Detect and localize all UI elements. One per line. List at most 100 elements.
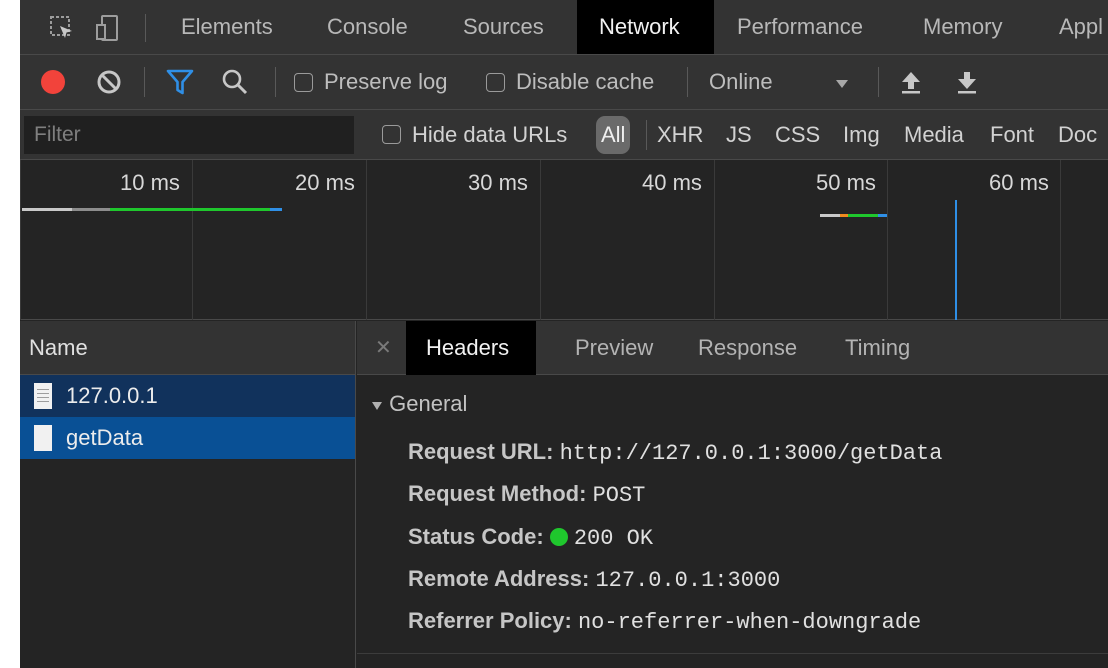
filter-bar: Hide data URLs All XHR JS CSS Img Media … bbox=[20, 110, 1108, 160]
filter-type-media[interactable]: Media bbox=[904, 110, 964, 159]
timeline-bar-segment bbox=[878, 214, 887, 217]
chevron-down-icon bbox=[835, 69, 849, 95]
panel-tab-bar: Elements Console Sources Network Perform… bbox=[20, 0, 1108, 55]
tab-response[interactable]: Response bbox=[678, 321, 817, 375]
section-title: General bbox=[389, 391, 468, 416]
checkbox-box[interactable] bbox=[382, 125, 401, 144]
network-overview[interactable]: 10 ms 20 ms 30 ms 40 ms 50 ms 60 ms bbox=[20, 160, 1108, 320]
header-key: Status Code: bbox=[408, 524, 544, 549]
close-icon[interactable]: ✕ bbox=[375, 321, 392, 375]
export-har-icon[interactable] bbox=[956, 55, 978, 109]
referrer-policy-row: Referrer Policy: no-referrer-when-downgr… bbox=[408, 608, 921, 635]
request-row[interactable]: 127.0.0.1 bbox=[20, 375, 355, 417]
request-list: Name 127.0.0.1 getData bbox=[20, 321, 356, 668]
search-icon[interactable] bbox=[221, 55, 249, 109]
filter-icon[interactable] bbox=[166, 55, 194, 109]
header-value: 200 OK bbox=[573, 526, 654, 551]
filter-type-font[interactable]: Font bbox=[990, 110, 1034, 159]
timeline-tick-label: 30 ms bbox=[468, 170, 528, 195]
preserve-log-checkbox[interactable]: Preserve log bbox=[294, 55, 448, 109]
clear-icon[interactable] bbox=[96, 55, 122, 109]
timeline-gridline bbox=[1060, 160, 1061, 320]
filter-type-img[interactable]: Img bbox=[843, 110, 880, 159]
tab-performance[interactable]: Performance bbox=[715, 0, 885, 54]
filter-type-js[interactable]: JS bbox=[726, 110, 752, 159]
header-key: Request Method: bbox=[408, 481, 587, 506]
tab-sources[interactable]: Sources bbox=[441, 0, 566, 54]
timeline-gridline bbox=[887, 160, 888, 320]
details-tab-bar: ✕ Headers Preview Response Timing bbox=[357, 321, 1108, 375]
header-value: http://127.0.0.1:3000/getData bbox=[559, 441, 943, 466]
filter-input[interactable] bbox=[24, 116, 354, 154]
record-icon[interactable] bbox=[40, 55, 66, 109]
tab-headers[interactable]: Headers bbox=[406, 321, 536, 375]
tab-application[interactable]: Appl bbox=[1037, 0, 1108, 54]
status-code-row: Status Code: 200 OK bbox=[408, 524, 653, 551]
devtools-window: Elements Console Sources Network Perform… bbox=[20, 0, 1108, 668]
toolbar-separator bbox=[275, 67, 276, 97]
toolbar-separator bbox=[878, 67, 879, 97]
tab-network[interactable]: Network bbox=[577, 0, 714, 54]
timeline-bar-segment bbox=[270, 208, 282, 211]
header-value: no-referrer-when-downgrade bbox=[577, 610, 922, 635]
filter-type-all[interactable]: All bbox=[596, 116, 631, 154]
checkbox-box[interactable] bbox=[294, 72, 313, 92]
toolbar-separator bbox=[687, 67, 688, 97]
device-toolbar-icon[interactable] bbox=[92, 12, 124, 44]
disable-cache-label: Disable cache bbox=[516, 69, 655, 94]
checkbox-box[interactable] bbox=[486, 72, 505, 92]
header-value: POST bbox=[592, 483, 646, 508]
remote-address-row: Remote Address: 127.0.0.1:3000 bbox=[408, 566, 780, 593]
filter-type-css[interactable]: CSS bbox=[775, 110, 820, 159]
header-key: Request URL: bbox=[408, 439, 554, 464]
timeline-tick-label: 60 ms bbox=[989, 170, 1049, 195]
request-details: ✕ Headers Preview Response Timing Genera… bbox=[357, 321, 1108, 668]
tab-console[interactable]: Console bbox=[305, 0, 430, 54]
timeline-tick-label: 20 ms bbox=[295, 170, 355, 195]
preserve-log-label: Preserve log bbox=[324, 69, 448, 94]
timeline-gridline bbox=[714, 160, 715, 320]
tab-timing[interactable]: Timing bbox=[825, 321, 930, 375]
throttling-select[interactable]: Online bbox=[709, 55, 881, 109]
filter-type-xhr[interactable]: XHR bbox=[657, 110, 703, 159]
hide-data-urls-checkbox[interactable]: Hide data URLs bbox=[382, 110, 567, 159]
document-icon bbox=[34, 383, 52, 409]
timeline-tick-label: 10 ms bbox=[120, 170, 180, 195]
timeline-bar-segment bbox=[848, 214, 878, 217]
timeline-tick-label: 50 ms bbox=[816, 170, 876, 195]
throttling-value: Online bbox=[709, 69, 773, 94]
section-divider bbox=[357, 653, 1108, 654]
import-har-icon[interactable] bbox=[900, 55, 922, 109]
inspect-element-icon[interactable] bbox=[46, 12, 78, 44]
header-key: Remote Address: bbox=[408, 566, 590, 591]
header-value: 127.0.0.1:3000 bbox=[595, 568, 781, 593]
header-key: Referrer Policy: bbox=[408, 608, 572, 633]
timeline-bar-segment bbox=[110, 208, 270, 211]
tab-elements[interactable]: Elements bbox=[159, 0, 295, 54]
hide-data-urls-label: Hide data URLs bbox=[412, 121, 568, 147]
general-section-header[interactable]: General bbox=[371, 391, 467, 417]
filter-type-doc[interactable]: Doc bbox=[1058, 110, 1097, 159]
tab-preview[interactable]: Preview bbox=[555, 321, 673, 375]
timeline-bar-segment bbox=[820, 214, 840, 217]
request-method-row: Request Method: POST bbox=[408, 481, 645, 508]
filter-separator bbox=[646, 120, 647, 150]
timeline-gridline bbox=[192, 160, 193, 320]
name-column-header[interactable]: Name bbox=[20, 321, 355, 375]
request-name: 127.0.0.1 bbox=[66, 383, 158, 408]
network-toolbar: Preserve log Disable cache Online bbox=[20, 55, 1108, 110]
request-url-row: Request URL: http://127.0.0.1:3000/getDa… bbox=[408, 439, 942, 466]
document-icon bbox=[34, 425, 52, 451]
request-name: getData bbox=[66, 425, 144, 450]
timeline-tick-label: 40 ms bbox=[642, 170, 702, 195]
tab-memory[interactable]: Memory bbox=[901, 0, 1024, 54]
toolbar-separator bbox=[144, 67, 145, 97]
timeline-bar-segment bbox=[72, 208, 110, 211]
timeline-bar-segment bbox=[22, 208, 72, 211]
disable-cache-checkbox[interactable]: Disable cache bbox=[486, 55, 654, 109]
triangle-down-icon bbox=[371, 391, 389, 416]
timeline-bar-segment bbox=[840, 214, 848, 217]
timeline-gridline bbox=[540, 160, 541, 320]
request-row[interactable]: getData bbox=[20, 417, 355, 459]
tab-bar-separator bbox=[145, 14, 146, 42]
